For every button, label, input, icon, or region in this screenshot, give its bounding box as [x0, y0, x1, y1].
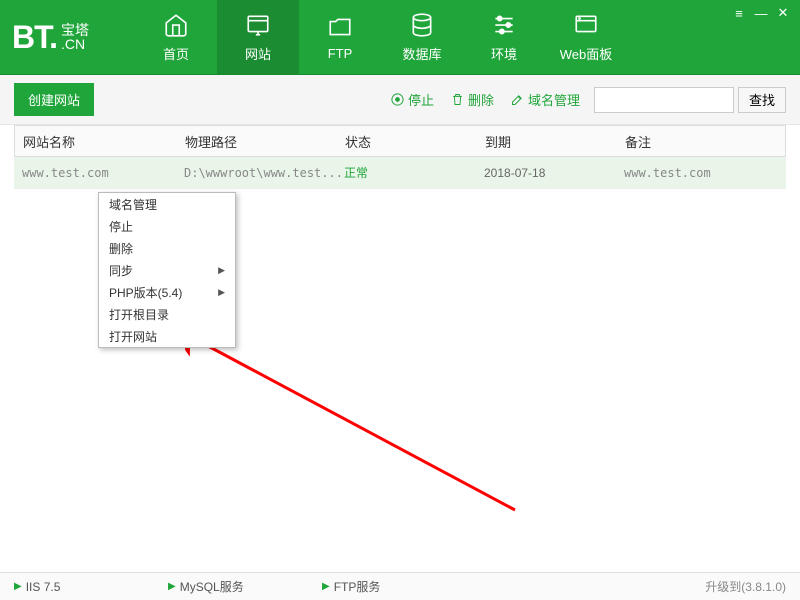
menu-open-site[interactable]: 打开网站: [99, 325, 235, 347]
close-button[interactable]: ✕: [772, 4, 794, 22]
search-button[interactable]: 查找: [738, 87, 786, 113]
env-icon: [491, 12, 517, 38]
database-icon: [409, 12, 435, 38]
chevron-right-icon: ▶: [218, 287, 225, 298]
nav-home[interactable]: 首页: [135, 0, 217, 74]
menu-delete[interactable]: 删除: [99, 237, 235, 259]
nav-webpanel[interactable]: Web面板: [545, 0, 627, 74]
context-menu: 域名管理 停止 删除 同步▶ PHP版本(5.4)▶ 打开根目录 打开网站: [98, 192, 236, 348]
menu-sync[interactable]: 同步▶: [99, 259, 235, 281]
cell-expiry: 2018-07-18: [484, 166, 624, 180]
nav-website[interactable]: 网站: [217, 0, 299, 74]
menu-open-root[interactable]: 打开根目录: [99, 303, 235, 325]
edit-icon: [510, 92, 525, 107]
status-mysql[interactable]: ▶MySQL服务: [168, 578, 298, 595]
ftp-icon: [327, 14, 353, 40]
create-site-button[interactable]: 创建网站: [14, 83, 94, 116]
chevron-right-icon: ▶: [218, 265, 225, 276]
col-path[interactable]: 物理路径: [185, 132, 345, 151]
logo-subtext: 宝塔 .CN: [61, 23, 89, 51]
search-input[interactable]: [594, 87, 734, 113]
col-status[interactable]: 状态: [345, 132, 485, 151]
logo: BT. 宝塔 .CN: [0, 0, 135, 74]
col-expiry[interactable]: 到期: [485, 132, 625, 151]
play-icon: ▶: [322, 581, 330, 592]
window-controls: ≡ — ✕: [728, 4, 794, 22]
col-name[interactable]: 网站名称: [15, 132, 185, 151]
home-icon: [163, 12, 189, 38]
nav-env[interactable]: 环境: [463, 0, 545, 74]
play-icon: ▶: [168, 581, 176, 592]
nav-ftp[interactable]: FTP: [299, 0, 381, 74]
table-header: 网站名称 物理路径 状态 到期 备注: [14, 125, 786, 157]
webpanel-icon: [573, 12, 599, 38]
menu-button[interactable]: ≡: [728, 4, 750, 22]
annotation-arrow: [185, 330, 525, 520]
cell-status: 正常: [344, 164, 484, 181]
delete-action[interactable]: 删除: [444, 90, 500, 109]
titlebar: BT. 宝塔 .CN 首页 网站 FTP 数据库 环境 Web面板: [0, 0, 800, 75]
nav-database[interactable]: 数据库: [381, 0, 463, 74]
status-ftp[interactable]: ▶FTP服务: [322, 578, 452, 595]
table-row[interactable]: www.test.com D:\wwwroot\www.test... 正常 2…: [14, 157, 786, 189]
col-note[interactable]: 备注: [625, 132, 785, 151]
play-icon: ▶: [14, 581, 22, 592]
table: 网站名称 物理路径 状态 到期 备注 www.test.com D:\wwwro…: [0, 125, 800, 189]
menu-stop[interactable]: 停止: [99, 215, 235, 237]
statusbar: ▶IIS 7.5 ▶MySQL服务 ▶FTP服务 升级到(3.8.1.0): [0, 572, 800, 600]
cell-name: www.test.com: [14, 166, 184, 180]
logo-text: BT.: [12, 19, 57, 56]
stop-icon: [390, 92, 405, 107]
stop-action[interactable]: 停止: [384, 90, 440, 109]
cell-path: D:\wwwroot\www.test...: [184, 166, 344, 180]
version-label[interactable]: 升级到(3.8.1.0): [705, 578, 786, 595]
minimize-button[interactable]: —: [750, 4, 772, 22]
domain-action[interactable]: 域名管理: [504, 90, 586, 109]
status-services: ▶IIS 7.5 ▶MySQL服务 ▶FTP服务: [14, 578, 452, 595]
toolbar-right: 停止 删除 域名管理 查找: [384, 87, 786, 113]
trash-icon: [450, 92, 465, 107]
website-icon: [245, 12, 271, 38]
menu-php[interactable]: PHP版本(5.4)▶: [99, 281, 235, 303]
menu-domain[interactable]: 域名管理: [99, 193, 235, 215]
status-iis[interactable]: ▶IIS 7.5: [14, 578, 144, 595]
nav: 首页 网站 FTP 数据库 环境 Web面板: [135, 0, 800, 74]
toolbar: 创建网站 停止 删除 域名管理 查找: [0, 75, 800, 125]
cell-note: www.test.com: [624, 166, 786, 180]
